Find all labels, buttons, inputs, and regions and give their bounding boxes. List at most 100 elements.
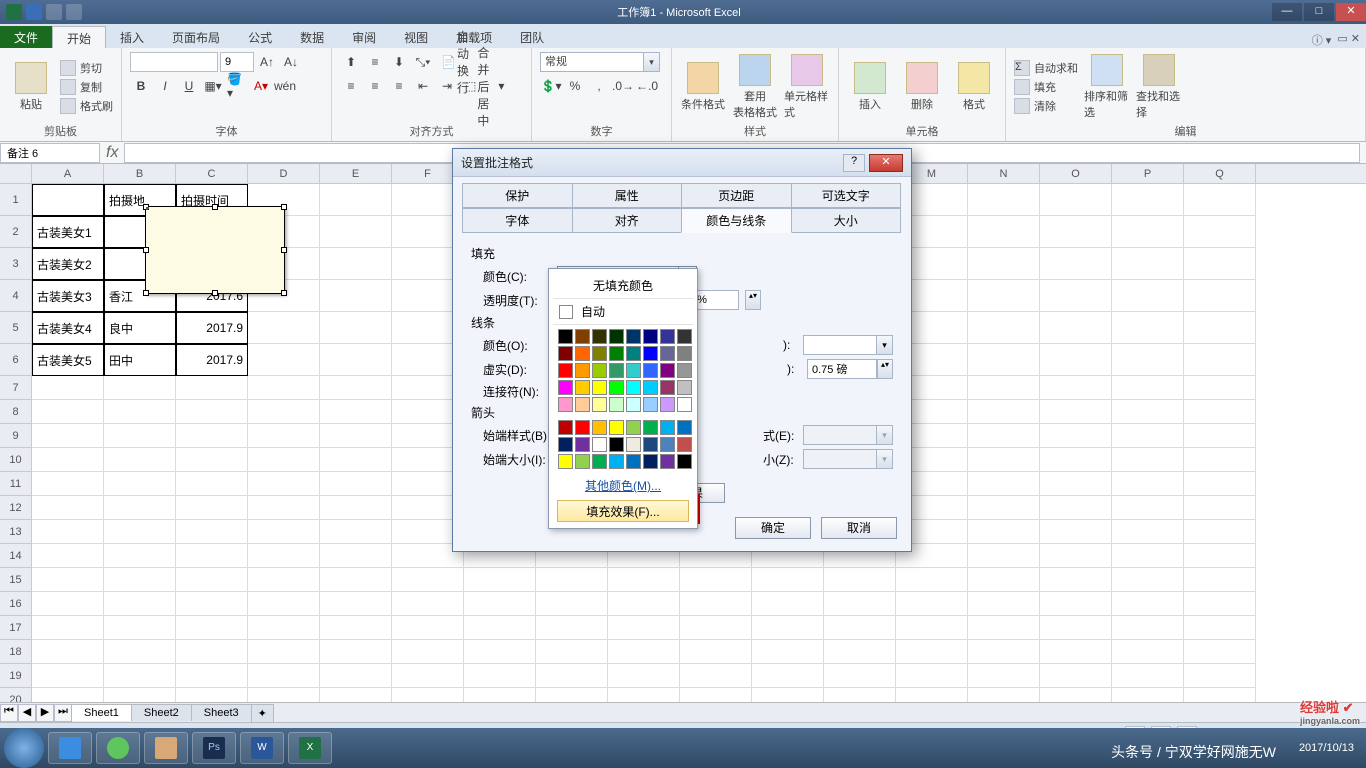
color-swatch[interactable]	[626, 420, 641, 435]
cell-N8[interactable]	[968, 400, 1040, 424]
taskbar-app1[interactable]	[144, 732, 188, 764]
font-color-button[interactable]: A▾	[250, 76, 272, 96]
color-swatch[interactable]	[643, 329, 658, 344]
cell-E12[interactable]	[320, 496, 392, 520]
cell-N14[interactable]	[968, 544, 1040, 568]
row-header-1[interactable]: 1	[0, 184, 32, 216]
cell-K18[interactable]	[752, 640, 824, 664]
cell-O17[interactable]	[1040, 616, 1112, 640]
color-swatch[interactable]	[677, 454, 692, 469]
col-header-E[interactable]: E	[320, 164, 392, 183]
color-swatch[interactable]	[643, 454, 658, 469]
cell-Q20[interactable]	[1184, 688, 1256, 702]
cell-H19[interactable]	[536, 664, 608, 688]
cell-E19[interactable]	[320, 664, 392, 688]
format-cell-button[interactable]: 格式	[951, 62, 997, 112]
color-swatch[interactable]	[609, 346, 624, 361]
cell-A14[interactable]	[32, 544, 104, 568]
cell-N5[interactable]	[968, 312, 1040, 344]
close-button[interactable]: ✕	[1336, 3, 1366, 21]
sheet-nav-next[interactable]: ▶	[36, 704, 54, 722]
cell-J18[interactable]	[680, 640, 752, 664]
cell-N11[interactable]	[968, 472, 1040, 496]
cell-A5[interactable]: 古装美女4	[32, 312, 104, 344]
color-swatch[interactable]	[575, 437, 590, 452]
cell-G19[interactable]	[464, 664, 536, 688]
cell-K20[interactable]	[752, 688, 824, 702]
row-header-6[interactable]: 6	[0, 344, 32, 376]
color-swatch[interactable]	[626, 437, 641, 452]
color-swatch[interactable]	[643, 437, 658, 452]
color-swatch[interactable]	[643, 363, 658, 378]
cell-A15[interactable]	[32, 568, 104, 592]
cell-A16[interactable]	[32, 592, 104, 616]
number-format-select[interactable]: 常规▾	[540, 52, 660, 72]
cell-O5[interactable]	[1040, 312, 1112, 344]
color-swatch[interactable]	[609, 420, 624, 435]
color-swatch[interactable]	[592, 380, 607, 395]
cell-A2[interactable]: 古装美女1	[32, 216, 104, 248]
cell-L20[interactable]	[824, 688, 896, 702]
orientation-icon[interactable]: ⤡▾	[412, 52, 434, 72]
taskbar-360[interactable]	[96, 732, 140, 764]
cell-P16[interactable]	[1112, 592, 1184, 616]
cell-P10[interactable]	[1112, 448, 1184, 472]
cell-D8[interactable]	[248, 400, 320, 424]
cell-B5[interactable]: 良中	[104, 312, 176, 344]
cell-D13[interactable]	[248, 520, 320, 544]
cell-I20[interactable]	[608, 688, 680, 702]
cell-Q11[interactable]	[1184, 472, 1256, 496]
cell-P8[interactable]	[1112, 400, 1184, 424]
cell-Q4[interactable]	[1184, 280, 1256, 312]
cell-Q6[interactable]	[1184, 344, 1256, 376]
cell-I15[interactable]	[608, 568, 680, 592]
cell-E20[interactable]	[320, 688, 392, 702]
cell-P17[interactable]	[1112, 616, 1184, 640]
color-swatch[interactable]	[575, 329, 590, 344]
row-header-4[interactable]: 4	[0, 280, 32, 312]
cell-Q18[interactable]	[1184, 640, 1256, 664]
color-swatch[interactable]	[592, 329, 607, 344]
cell-D19[interactable]	[248, 664, 320, 688]
dlg-tab-size[interactable]: 大小	[791, 208, 902, 233]
cell-Q14[interactable]	[1184, 544, 1256, 568]
cell-A3[interactable]: 古装美女2	[32, 248, 104, 280]
cell-O7[interactable]	[1040, 376, 1112, 400]
color-swatch[interactable]	[575, 420, 590, 435]
cell-I19[interactable]	[608, 664, 680, 688]
color-swatch[interactable]	[626, 363, 641, 378]
cell-A10[interactable]	[32, 448, 104, 472]
row-header-13[interactable]: 13	[0, 520, 32, 544]
color-swatch[interactable]	[660, 454, 675, 469]
cell-J16[interactable]	[680, 592, 752, 616]
cell-D6[interactable]	[248, 344, 320, 376]
col-header-B[interactable]: B	[104, 164, 176, 183]
cell-C11[interactable]	[176, 472, 248, 496]
cell-O6[interactable]	[1040, 344, 1112, 376]
row-header-3[interactable]: 3	[0, 248, 32, 280]
row-header-15[interactable]: 15	[0, 568, 32, 592]
color-swatch[interactable]	[660, 329, 675, 344]
paste-button[interactable]: 粘贴	[8, 62, 54, 112]
color-swatch[interactable]	[643, 397, 658, 412]
cell-C8[interactable]	[176, 400, 248, 424]
cell-C9[interactable]	[176, 424, 248, 448]
color-swatch[interactable]	[626, 329, 641, 344]
save-icon[interactable]	[26, 4, 42, 20]
color-swatch[interactable]	[626, 397, 641, 412]
name-box[interactable]: 备注 6	[0, 143, 100, 163]
color-swatch[interactable]	[558, 397, 573, 412]
row-header-14[interactable]: 14	[0, 544, 32, 568]
percent-icon[interactable]: %	[564, 76, 586, 96]
cell-P19[interactable]	[1112, 664, 1184, 688]
cell-D12[interactable]	[248, 496, 320, 520]
cell-N6[interactable]	[968, 344, 1040, 376]
cell-P2[interactable]	[1112, 216, 1184, 248]
color-swatch[interactable]	[592, 420, 607, 435]
cell-Q15[interactable]	[1184, 568, 1256, 592]
sheet-tab-1[interactable]: Sheet1	[71, 704, 132, 721]
cell-B18[interactable]	[104, 640, 176, 664]
cell-E13[interactable]	[320, 520, 392, 544]
fill-button[interactable]: 填充	[1014, 79, 1078, 95]
cell-K15[interactable]	[752, 568, 824, 592]
